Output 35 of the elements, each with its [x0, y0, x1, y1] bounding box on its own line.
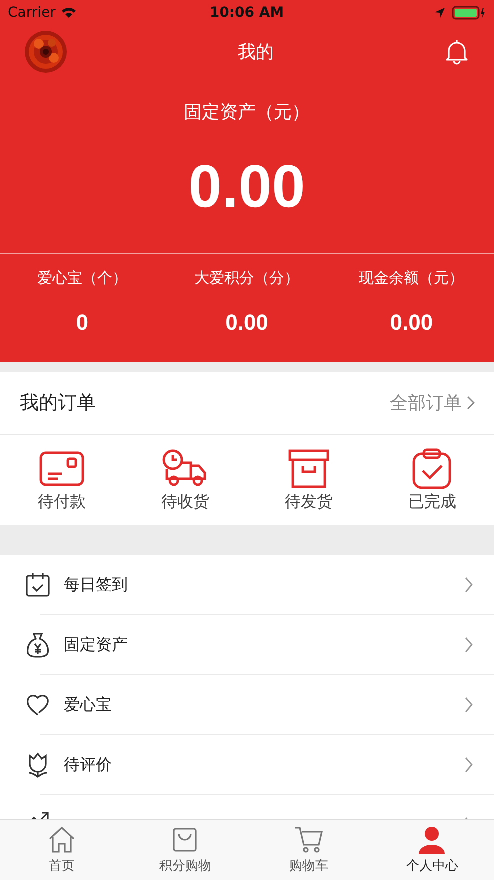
order-status-button[interactable]: 待收货 [124, 435, 247, 525]
stat-value: 0 [76, 310, 88, 336]
chevron-right-icon [464, 757, 474, 773]
stat-value: 0.00 [390, 310, 434, 336]
chevron-right-icon [464, 637, 474, 653]
all-orders-link[interactable]: 全部订单 [390, 391, 476, 415]
page-title: 我的 [238, 40, 274, 64]
battery-icon [452, 6, 486, 20]
order-status-button[interactable]: 待付款 [0, 435, 124, 525]
tab-item[interactable]: 购物车 [247, 820, 370, 880]
home-icon [46, 825, 77, 855]
tab-item[interactable]: 积分购物 [124, 820, 247, 880]
chevron-right-icon [466, 396, 476, 410]
chevron-right-icon [464, 577, 474, 593]
assets-label: 固定资产（元） [184, 101, 310, 124]
cart-icon [294, 825, 324, 855]
calendar-icon [24, 571, 52, 599]
stat-value: 0.00 [226, 310, 268, 336]
chevron-right-icon [464, 697, 474, 713]
order-status-button[interactable]: 已完成 [370, 435, 494, 525]
location-icon [434, 6, 446, 18]
assets-value: 0.00 [188, 152, 306, 221]
stat-label: 爱心宝（个） [37, 269, 128, 288]
stat-label: 现金余额（元） [359, 269, 464, 288]
tab-item[interactable]: 首页 [0, 820, 124, 880]
bell-icon[interactable] [444, 38, 470, 66]
section-title: 我的订单 [20, 391, 96, 416]
order-status-button[interactable]: 待发货 [247, 435, 370, 525]
status-time: 10:06 AM [210, 4, 284, 20]
carrier-name: Carrier [8, 4, 56, 20]
tab-item[interactable]: 个人中心 [370, 820, 494, 880]
person-icon [417, 825, 448, 855]
moneybag-icon [24, 631, 52, 659]
wifi-icon [60, 6, 77, 18]
stat-label: 大爱积分（分） [194, 269, 300, 288]
